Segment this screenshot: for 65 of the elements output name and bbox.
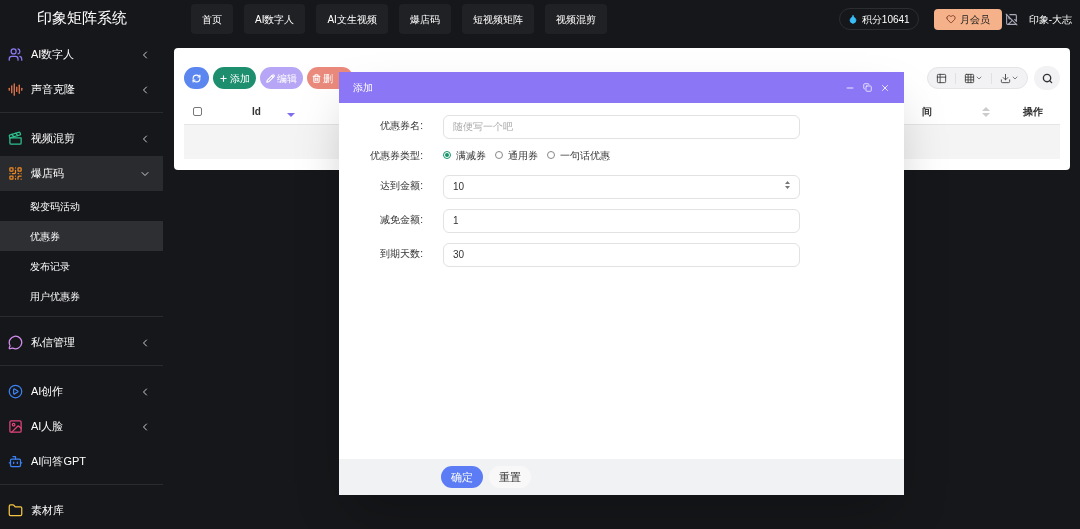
sidebar-item[interactable]: 视频混剪 [0,121,163,156]
reset-button[interactable]: 重置 [489,466,531,488]
sound-wave-icon [8,82,23,97]
membership-button[interactable]: 月会员 [933,8,1002,30]
dialog-title: 添加 [353,81,374,95]
play-icon [8,384,23,399]
field-label: 减免金额: [379,212,423,227]
message-icon [8,335,23,350]
submenu-item[interactable]: 发布记录 [0,251,163,281]
spinner-icon[interactable] [785,181,790,189]
app-title: 印象矩阵系统 [36,7,127,28]
column-header: 间 [922,105,932,119]
column-header: Id [252,105,261,119]
qr-code-icon [8,166,23,181]
caret-icon [1011,74,1019,82]
sidebar-item[interactable]: 声音克隆 [0,72,163,107]
table-icon[interactable] [936,72,947,84]
checkbox[interactable] [193,107,202,116]
confirm-button[interactable]: 确定 [441,466,483,488]
number-field[interactable]: 10 [443,174,800,199]
input-field[interactable]: 30 [443,242,800,267]
nav-tab[interactable]: 爆店码 [398,4,451,34]
heart-icon [945,14,956,24]
refresh-button[interactable] [184,67,209,89]
sidebar-item[interactable]: AI数字人 [0,37,163,72]
search-button[interactable] [1034,66,1060,90]
export-icon[interactable] [1000,72,1011,84]
radio-option[interactable]: 通用券 [495,147,538,163]
close-icon[interactable] [880,82,890,93]
pencil-icon [266,73,275,83]
refresh-icon [192,73,201,83]
user-name[interactable]: 印象-大志 [1028,11,1072,27]
column-header: 操作 [1023,105,1043,119]
sidebar-item[interactable]: AI人脸 [0,409,163,444]
field-label: 达到金额: [379,178,423,193]
nav-tab[interactable]: 视频混剪 [544,4,607,34]
nav-tab[interactable]: AI数字人 [244,4,306,34]
drop-icon [847,14,858,24]
sidebar-item[interactable]: 素材库 [0,493,163,528]
clapperboard-icon [8,131,23,146]
image-icon [8,419,23,434]
sidebar-item[interactable]: AI问答GPT [0,444,163,479]
submenu-item[interactable]: 裂变码活动 [0,191,163,221]
caret-icon [975,74,983,82]
grid-icon[interactable] [964,72,975,84]
nav-tab[interactable]: 短视频矩阵 [461,4,534,34]
people-icon [8,47,23,62]
radio-option[interactable]: 一句话优惠 [547,147,610,163]
search-icon [1041,72,1053,84]
input-field[interactable]: 1 [443,208,800,233]
field-label: 优惠券类型: [369,148,423,163]
field-label: 到期天数: [379,246,423,261]
nav-tab[interactable]: 首页 [191,4,233,34]
folder-icon [8,503,23,518]
nav-tab[interactable]: AI文生视频 [316,4,388,34]
trash-icon [312,73,321,83]
submenu-item[interactable]: 优惠券 [0,221,163,251]
submenu-item[interactable]: 用户优惠券 [0,281,163,311]
sidebar-item[interactable]: AI创作 [0,374,163,409]
sidebar-item[interactable]: 爆店码 [0,156,163,191]
add-button[interactable]: 添加 [213,67,256,89]
field-label: 优惠券名: [379,118,423,133]
radio-option[interactable]: 满减券 [443,147,486,163]
sidebar-item[interactable]: 私信管理 [0,325,163,360]
plus-icon [219,73,228,83]
